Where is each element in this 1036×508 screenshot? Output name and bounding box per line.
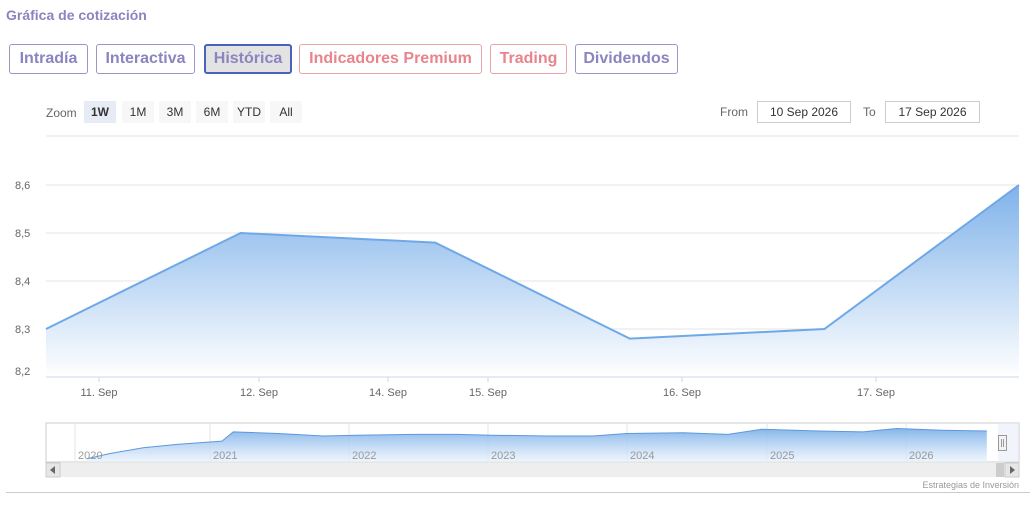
- scrollbar-thumb[interactable]: [996, 463, 1004, 477]
- navigator-tick-label: 2020: [78, 450, 102, 462]
- y-tick-label: 8,3: [15, 324, 30, 336]
- y-axis-labels: 8,2 8,3 8,4 8,5 8,6: [15, 180, 30, 378]
- navigator[interactable]: 2020 2021 2022 2023 2024 2025 2026: [45, 422, 1020, 463]
- scrollbar[interactable]: [45, 462, 1020, 478]
- y-tick-label: 8,5: [15, 228, 30, 240]
- navigator-tick-label: 2026: [909, 450, 933, 462]
- y-tick-label: 8,4: [15, 276, 30, 288]
- x-tick-label: 11. Sep: [80, 387, 117, 399]
- x-tick-label: 16. Sep: [663, 387, 701, 399]
- navigator-tick-label: 2023: [491, 450, 515, 462]
- x-tick-label: 12. Sep: [240, 387, 278, 399]
- scrollbar-track[interactable]: [46, 463, 1019, 477]
- navigator-handle-right[interactable]: [998, 435, 1007, 451]
- navigator-tick-label: 2024: [630, 450, 654, 462]
- x-tick-label: 14. Sep: [369, 387, 407, 399]
- x-tick-label: 15. Sep: [469, 387, 507, 399]
- x-axis-labels: 11. Sep 12. Sep 14. Sep 15. Sep 16. Sep 17. S…: [80, 377, 895, 399]
- section-divider: [6, 492, 1030, 493]
- x-tick-label: 17. Sep: [857, 387, 895, 399]
- navigator-tick-label: 2022: [352, 450, 376, 462]
- chart-credits[interactable]: Estrategias de Inversión: [922, 480, 1019, 490]
- y-tick-label: 8,2: [15, 366, 30, 378]
- y-tick-label: 8,6: [15, 180, 30, 192]
- price-chart: 8,2 8,3 8,4 8,5 8,6 11. Sep 12. Sep 14. Sep 15.…: [15, 135, 1020, 478]
- navigator-tick-label: 2025: [770, 450, 794, 462]
- navigator-tick-label: 2021: [213, 450, 237, 462]
